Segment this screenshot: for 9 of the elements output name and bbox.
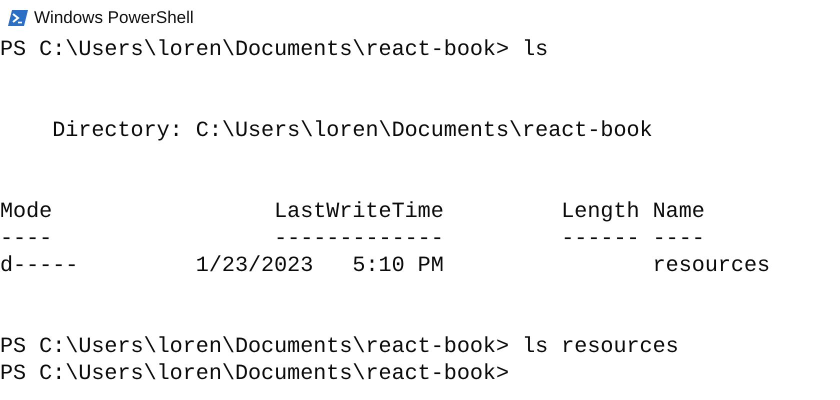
console-line: Directory: C:\Users\loren\Documents\react-book xyxy=(51,117,653,144)
console-line: PS C:\Users\loren\Documents\react-book> ls resources xyxy=(0,333,679,360)
console-line: d----- 1/23/2023 5:10 PM resources xyxy=(0,252,770,279)
console-line: Mode LastWriteTime Length Name xyxy=(0,198,705,225)
console-line: PS C:\Users\loren\Documents\react-book> ls xyxy=(0,36,548,63)
console-line: ---- ------------- ------ ---- xyxy=(0,225,705,252)
window-title: Windows PowerShell xyxy=(34,8,194,28)
console-line: PS C:\Users\loren\Documents\react-book> xyxy=(0,360,510,387)
powershell-icon xyxy=(8,9,28,27)
